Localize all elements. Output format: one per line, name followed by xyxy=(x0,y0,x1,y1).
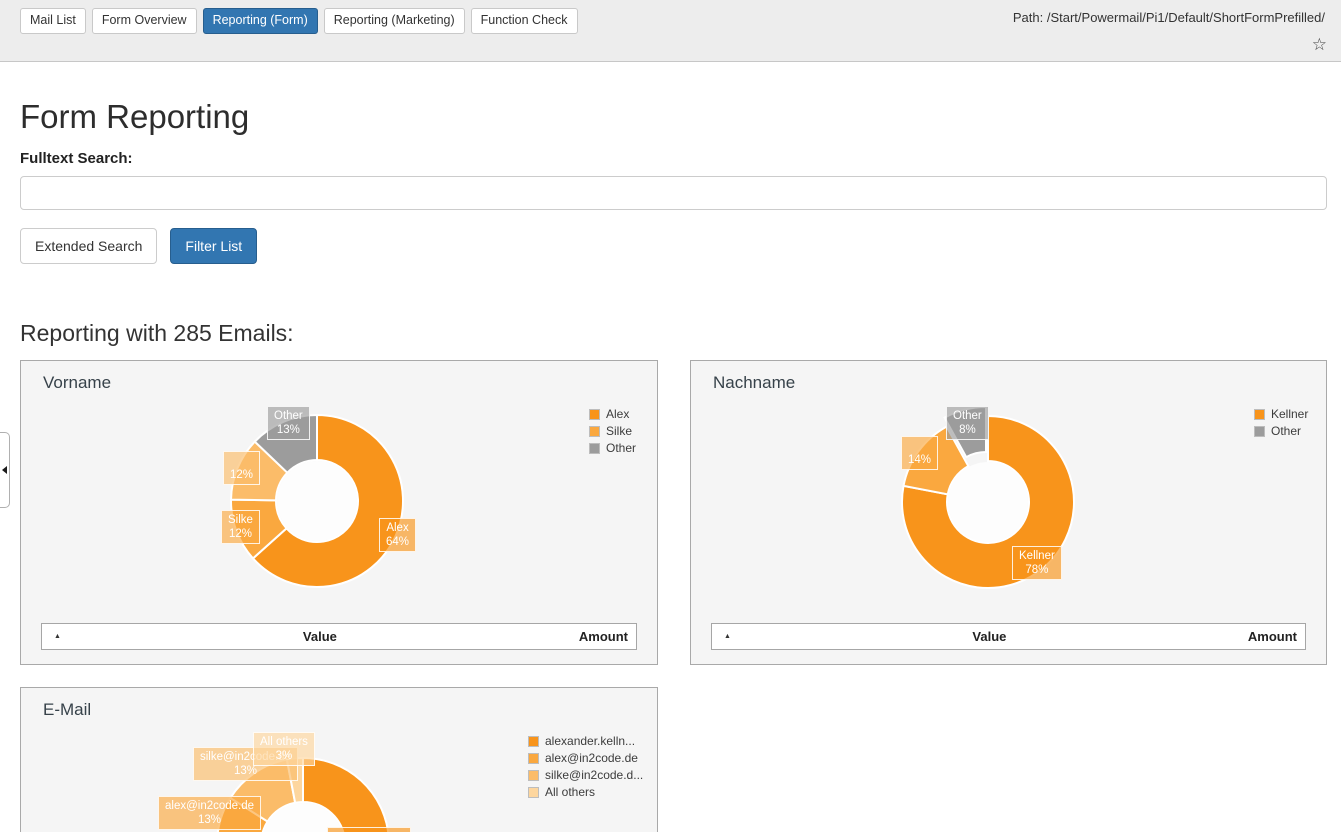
tab-form-overview[interactable]: Form Overview xyxy=(92,8,197,34)
legend-label: alex@in2code.de xyxy=(545,751,638,765)
slice-label-box: Other8% xyxy=(946,406,989,440)
legend-swatch-icon xyxy=(589,426,600,437)
slice-label-percent: 8% xyxy=(953,423,982,437)
slice-label-box: Other13% xyxy=(267,406,310,440)
pagetree-collapse-handle[interactable] xyxy=(0,432,10,508)
slice-label-name xyxy=(908,439,931,453)
tab-reporting-marketing[interactable]: Reporting (Marketing) xyxy=(324,8,465,34)
table-header-value[interactable]: Value xyxy=(61,629,579,644)
donut-chart xyxy=(21,361,659,666)
legend-item-Other[interactable]: Other xyxy=(589,441,636,455)
tab-function-check[interactable]: Function Check xyxy=(471,8,578,34)
slice-label-name: Other xyxy=(953,409,982,423)
filter-list-button[interactable]: Filter List xyxy=(170,228,257,264)
collapse-left-icon xyxy=(2,466,7,474)
chart-panel-nachname: Nachname ▲ Value Amount Other8%14%Kellne… xyxy=(690,360,1327,665)
donut-hole xyxy=(948,462,1028,542)
legend-item-Other[interactable]: Other xyxy=(1254,424,1308,438)
slice-label-box xyxy=(327,827,411,832)
tab-mail-list[interactable]: Mail List xyxy=(20,8,86,34)
donut-hole xyxy=(277,461,357,541)
legend-label: Silke xyxy=(606,424,632,438)
slice-label-percent: 12% xyxy=(230,468,253,482)
legend-label: silke@in2code.d... xyxy=(545,768,643,782)
legend-label: Other xyxy=(1271,424,1301,438)
fulltext-search-input[interactable] xyxy=(20,176,1327,210)
module-body: Form Reporting Fulltext Search: Extended… xyxy=(0,98,1341,832)
sort-ascending-icon[interactable]: ▲ xyxy=(54,633,61,640)
slice-label-name: All others xyxy=(260,735,308,749)
slice-label-percent: 13% xyxy=(200,764,291,778)
legend-swatch-icon xyxy=(528,753,539,764)
extended-search-button[interactable]: Extended Search xyxy=(20,228,157,264)
sort-ascending-icon[interactable]: ▲ xyxy=(724,633,731,640)
legend-item-Alex[interactable]: Alex xyxy=(589,407,636,421)
section-title: Reporting with 285 Emails: xyxy=(20,320,1327,347)
legend-label: Kellner xyxy=(1271,407,1308,421)
result-table-header: ▲ Value Amount xyxy=(41,623,637,650)
chart-title-email: E-Mail xyxy=(43,700,91,720)
slice-label-name: Kellner xyxy=(1019,549,1055,563)
module-tab-bar: Mail List Form Overview Reporting (Form)… xyxy=(20,8,578,34)
legend-item-alexander.kelln...[interactable]: alexander.kelln... xyxy=(528,734,643,748)
module-header: Mail List Form Overview Reporting (Form)… xyxy=(0,0,1341,62)
table-header-value[interactable]: Value xyxy=(731,629,1248,644)
legend-swatch-icon xyxy=(1254,409,1265,420)
legend-swatch-icon xyxy=(528,736,539,747)
slice-label-box: 12% xyxy=(223,451,260,485)
result-table-header: ▲ Value Amount xyxy=(711,623,1306,650)
chart-title-vorname: Vorname xyxy=(43,373,111,393)
donut-chart xyxy=(691,361,1328,666)
slice-label-percent: 64% xyxy=(386,535,409,549)
slice-label-percent: 14% xyxy=(908,453,931,467)
slice-label-name: Alex xyxy=(386,521,409,535)
slice-label-percent: 78% xyxy=(1019,563,1055,577)
chart-panel-vorname: Vorname ▲ Value Amount Other13%12%Silke1… xyxy=(20,360,658,665)
slice-label-percent: 12% xyxy=(228,527,253,541)
legend-item-Silke[interactable]: Silke xyxy=(589,424,636,438)
slice-label-box: Alex64% xyxy=(379,518,416,552)
legend-swatch-icon xyxy=(589,409,600,420)
legend-swatch-icon xyxy=(589,443,600,454)
page-title: Form Reporting xyxy=(20,98,1327,136)
chart-legend: Kellner Other xyxy=(1254,407,1308,438)
charts-row-2: E-Mail ▲ Value Amount silke@in2code.de13… xyxy=(20,687,1327,832)
tab-reporting-form[interactable]: Reporting (Form) xyxy=(203,8,318,34)
legend-swatch-icon xyxy=(1254,426,1265,437)
search-buttons-row: Extended Search Filter List xyxy=(20,228,1327,264)
slice-label-box: alex@in2code.de13% xyxy=(158,796,261,830)
legend-swatch-icon xyxy=(528,770,539,781)
slice-label-name: alex@in2code.de xyxy=(165,799,254,813)
slice-label-name: Silke xyxy=(228,513,253,527)
chart-title-nachname: Nachname xyxy=(713,373,795,393)
slice-label-box: All others3% xyxy=(253,732,315,766)
chart-legend: Alex Silke Other xyxy=(589,407,636,455)
slice-label-box: Silke12% xyxy=(221,510,260,544)
legend-label: alexander.kelln... xyxy=(545,734,635,748)
fulltext-search-label: Fulltext Search: xyxy=(20,150,1327,167)
bookmark-star-icon[interactable]: ☆ xyxy=(1312,36,1327,53)
table-header-amount[interactable]: Amount xyxy=(579,629,628,644)
slice-label-box: Kellner78% xyxy=(1012,546,1062,580)
slice-label-name xyxy=(230,454,253,468)
legend-label: All others xyxy=(545,785,595,799)
slice-label-percent: 13% xyxy=(274,423,303,437)
legend-item-All others[interactable]: All others xyxy=(528,785,643,799)
table-header-amount[interactable]: Amount xyxy=(1248,629,1297,644)
slice-label-percent: 3% xyxy=(260,749,308,763)
charts-row-1: Vorname ▲ Value Amount Other13%12%Silke1… xyxy=(20,360,1327,665)
chart-legend: alexander.kelln... alex@in2code.de silke@i… xyxy=(528,734,643,799)
slice-label-name: Other xyxy=(274,409,303,423)
breadcrumb-path: Path: /Start/Powermail/Pi1/Default/Short… xyxy=(1013,10,1325,25)
legend-swatch-icon xyxy=(528,787,539,798)
legend-label: Other xyxy=(606,441,636,455)
legend-item-Kellner[interactable]: Kellner xyxy=(1254,407,1308,421)
legend-item-silke@in2code.d...[interactable]: silke@in2code.d... xyxy=(528,768,643,782)
slice-label-box: 14% xyxy=(901,436,938,470)
legend-label: Alex xyxy=(606,407,629,421)
chart-panel-email: E-Mail ▲ Value Amount silke@in2code.de13… xyxy=(20,687,658,832)
legend-item-alex@in2code.de[interactable]: alex@in2code.de xyxy=(528,751,643,765)
slice-label-percent: 13% xyxy=(165,813,254,827)
